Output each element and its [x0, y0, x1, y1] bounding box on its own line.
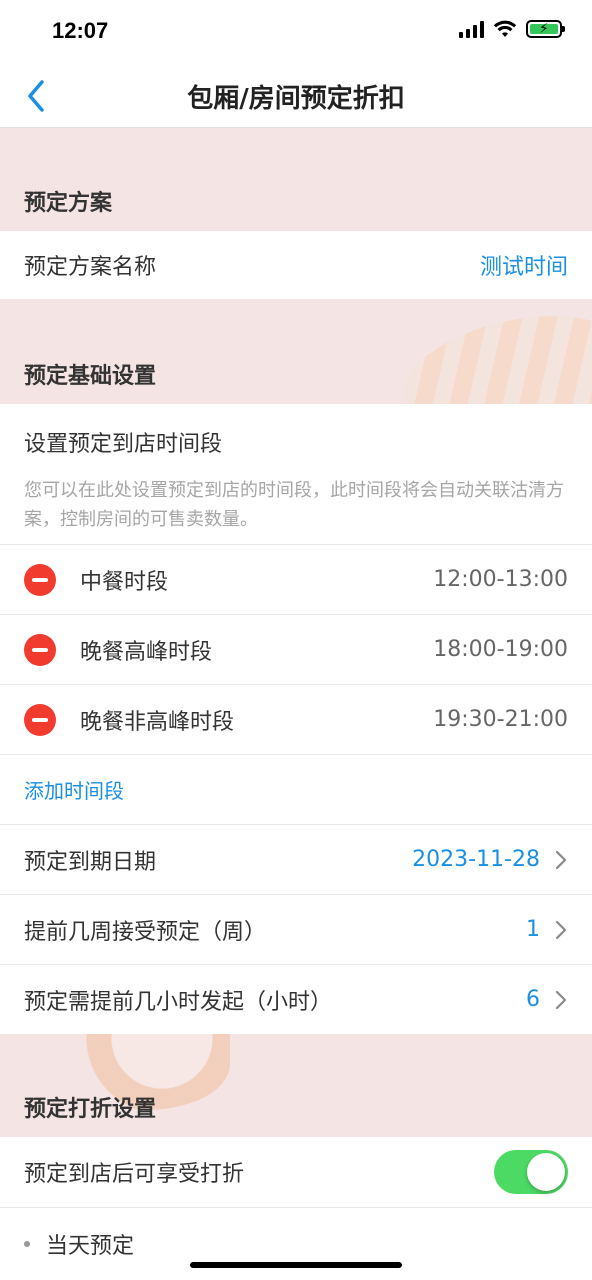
advance-weeks-label: 提前几周接受预定（周）	[24, 919, 267, 945]
home-indicator	[190, 1262, 402, 1268]
add-time-slot-row[interactable]: 添加时间段	[0, 754, 592, 824]
time-slot-name: 晚餐非高峰时段	[80, 709, 235, 735]
wifi-icon	[493, 20, 517, 37]
add-time-slot-link[interactable]: 添加时间段	[24, 775, 124, 804]
same-day-booking-row[interactable]: 当天预定	[0, 1207, 592, 1280]
time-slot-time: 18:00-19:00	[433, 637, 568, 662]
expiry-date-row[interactable]: 预定到期日期 2023-11-28	[0, 824, 592, 894]
time-slot-name: 中餐时段	[80, 569, 169, 595]
toggle-knob	[527, 1153, 565, 1191]
plan-name-value[interactable]: 测试时间	[480, 249, 568, 281]
page-title: 包厢/房间预定折扣	[187, 84, 405, 114]
discount-toggle-row: 预定到店后可享受打折	[0, 1137, 592, 1207]
advance-hours-value: 6	[526, 987, 540, 1012]
section-header-discount: 预定打折设置	[24, 1097, 157, 1122]
time-slot-row[interactable]: 中餐时段 12:00-13:00	[0, 544, 592, 614]
delete-minus-icon[interactable]	[24, 563, 56, 596]
advance-hours-label: 预定需提前几小时发起（小时）	[24, 989, 333, 1015]
advance-weeks-row[interactable]: 提前几周接受预定（周） 1	[0, 894, 592, 964]
time-slot-time: 12:00-13:00	[433, 567, 568, 592]
chevron-right-icon	[555, 920, 567, 939]
advance-hours-row[interactable]: 预定需提前几小时发起（小时） 6	[0, 964, 592, 1034]
delete-minus-icon[interactable]	[24, 633, 56, 666]
battery-charging-icon: ⚡	[526, 20, 565, 38]
time-slot-row[interactable]: 晚餐高峰时段 18:00-19:00	[0, 614, 592, 684]
section-header-plan: 预定方案	[24, 191, 113, 216]
status-time: 12:07	[52, 18, 109, 43]
chevron-right-icon	[555, 850, 567, 869]
chevron-right-icon	[555, 990, 567, 1009]
time-slot-row[interactable]: 晚餐非高峰时段 19:30-21:00	[0, 684, 592, 754]
discount-toggle-label: 预定到店后可享受打折	[24, 1162, 245, 1187]
bullet-dot-icon	[24, 1241, 30, 1247]
same-day-booking-label: 当天预定	[46, 1234, 135, 1259]
cellular-signal-icon	[459, 20, 484, 38]
status-bar: 12:07 ⚡	[0, 0, 592, 62]
expiry-date-label: 预定到期日期	[24, 849, 157, 875]
plan-name-label: 预定方案名称	[24, 255, 157, 280]
time-slot-name: 晚餐高峰时段	[80, 639, 213, 665]
time-slot-time: 19:30-21:00	[433, 707, 568, 732]
time-slot-description: 您可以在此处设置预定到店的时间段，此时间段将会自动关联沽清方案，控制房间的可售卖…	[24, 480, 564, 530]
expiry-date-value: 2023-11-28	[412, 847, 540, 872]
navigation-bar: 包厢/房间预定折扣	[0, 62, 592, 128]
section-header-basic: 预定基础设置	[24, 364, 157, 389]
status-icons: ⚡	[459, 20, 565, 38]
time-slot-description-block: 设置预定到店时间段 您可以在此处设置预定到店的时间段，此时间段将会自动关联沽清方…	[0, 404, 592, 544]
time-slot-title: 设置预定到店时间段	[24, 432, 223, 457]
plan-name-row[interactable]: 预定方案名称 测试时间	[0, 231, 592, 299]
advance-weeks-value: 1	[526, 917, 540, 942]
discount-toggle-switch[interactable]	[494, 1150, 568, 1194]
delete-minus-icon[interactable]	[24, 703, 56, 736]
